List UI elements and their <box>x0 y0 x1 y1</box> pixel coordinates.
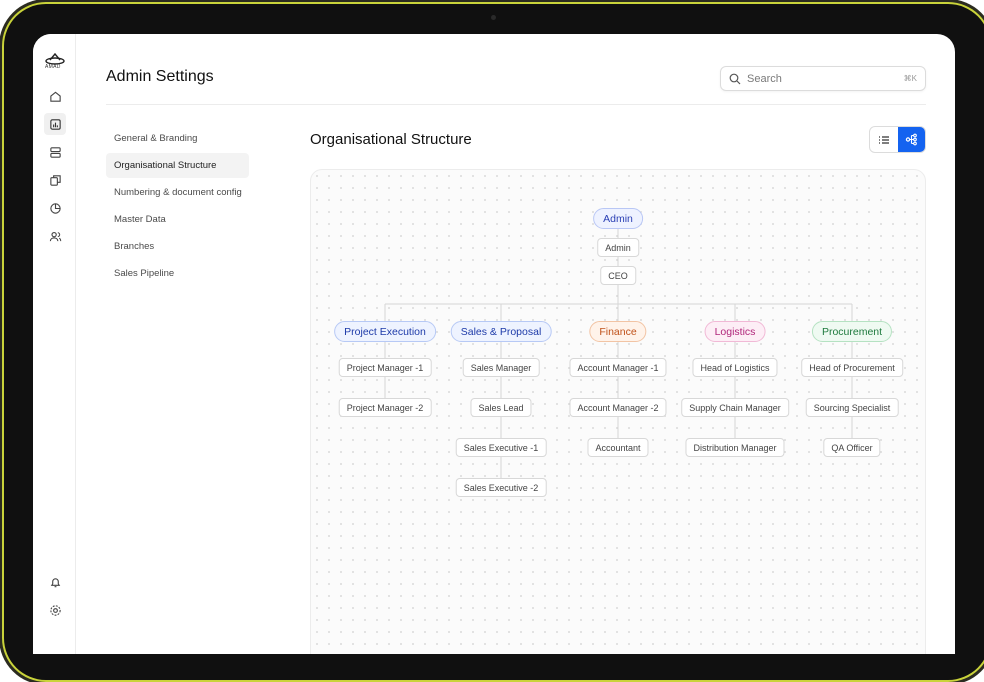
settings-nav: General & Branding Organisational Struct… <box>106 126 249 288</box>
org-role-head-of-procurement[interactable]: Head of Procurement <box>801 358 903 377</box>
org-dept-project-execution[interactable]: Project Execution <box>334 321 436 342</box>
search-shortcut: ⌘K <box>903 74 917 83</box>
database-icon[interactable] <box>48 145 62 159</box>
org-dept-finance[interactable]: Finance <box>589 321 647 342</box>
org-role-sales-lead[interactable]: Sales Lead <box>470 398 532 417</box>
users-icon[interactable] <box>48 229 62 243</box>
nav-item-master-data[interactable]: Master Data <box>106 207 249 232</box>
tree-view-icon <box>905 133 917 146</box>
list-view-icon <box>878 135 889 144</box>
org-role-project-manager-2[interactable]: Project Manager -2 <box>338 398 432 417</box>
tree-view-button[interactable] <box>897 127 925 152</box>
org-role-sales-executive-1[interactable]: Sales Executive -1 <box>455 438 547 457</box>
section-title: Organisational Structure <box>310 131 472 148</box>
pie-chart-icon[interactable] <box>48 201 62 215</box>
org-role-accountant[interactable]: Accountant <box>587 438 649 457</box>
org-dept-logistics[interactable]: Logistics <box>704 321 766 342</box>
bell-icon[interactable] <box>48 575 62 589</box>
org-node-admin[interactable]: Admin <box>597 238 639 257</box>
page-title: Admin Settings <box>106 68 214 85</box>
app-screen: AMAD Admin Settings Search ⌘K General & … <box>33 34 955 654</box>
org-role-sourcing-specialist[interactable]: Sourcing Specialist <box>805 398 899 417</box>
org-node-root-admin[interactable]: Admin <box>593 208 643 229</box>
tablet-device-frame: AMAD Admin Settings Search ⌘K General & … <box>2 2 984 682</box>
org-role-account-manager-1[interactable]: Account Manager -1 <box>569 358 667 377</box>
reports-icon[interactable] <box>44 113 66 135</box>
home-icon[interactable] <box>48 89 62 103</box>
settings-icon[interactable] <box>48 603 62 617</box>
org-dept-sales-proposal[interactable]: Sales & Proposal <box>450 321 552 342</box>
org-role-project-manager-1[interactable]: Project Manager -1 <box>338 358 432 377</box>
left-rail: AMAD <box>33 34 76 654</box>
org-role-distribution-manager[interactable]: Distribution Manager <box>685 438 785 457</box>
org-role-supply-chain-manager[interactable]: Supply Chain Manager <box>681 398 789 417</box>
header-divider <box>106 104 926 105</box>
camera-dot <box>491 15 496 20</box>
view-toggle <box>869 126 926 153</box>
search-icon <box>729 73 741 84</box>
org-dept-procurement[interactable]: Procurement <box>811 321 893 342</box>
org-role-account-manager-2[interactable]: Account Manager -2 <box>569 398 667 417</box>
nav-item-general-branding[interactable]: General & Branding <box>106 126 249 151</box>
search-input[interactable]: Search <box>747 73 904 85</box>
org-role-sales-manager[interactable]: Sales Manager <box>462 358 540 377</box>
nav-item-organisational-structure[interactable]: Organisational Structure <box>106 153 249 178</box>
nav-item-branches[interactable]: Branches <box>106 234 249 259</box>
list-view-button[interactable] <box>870 127 898 152</box>
app-logo-text: AMAD <box>45 64 61 70</box>
org-role-head-of-logistics[interactable]: Head of Logistics <box>692 358 778 377</box>
org-node-ceo[interactable]: CEO <box>600 266 636 285</box>
nav-item-numbering-document-config[interactable]: Numbering & document config <box>106 180 249 205</box>
org-role-qa-officer[interactable]: QA Officer <box>823 438 881 457</box>
nav-item-sales-pipeline[interactable]: Sales Pipeline <box>106 261 249 286</box>
search-box[interactable]: Search ⌘K <box>720 66 926 91</box>
org-chart-canvas[interactable]: Admin Admin CEO Project Execution Project Ma… <box>310 169 926 654</box>
org-role-sales-executive-2[interactable]: Sales Executive -2 <box>455 478 547 497</box>
documents-icon[interactable] <box>48 173 62 187</box>
